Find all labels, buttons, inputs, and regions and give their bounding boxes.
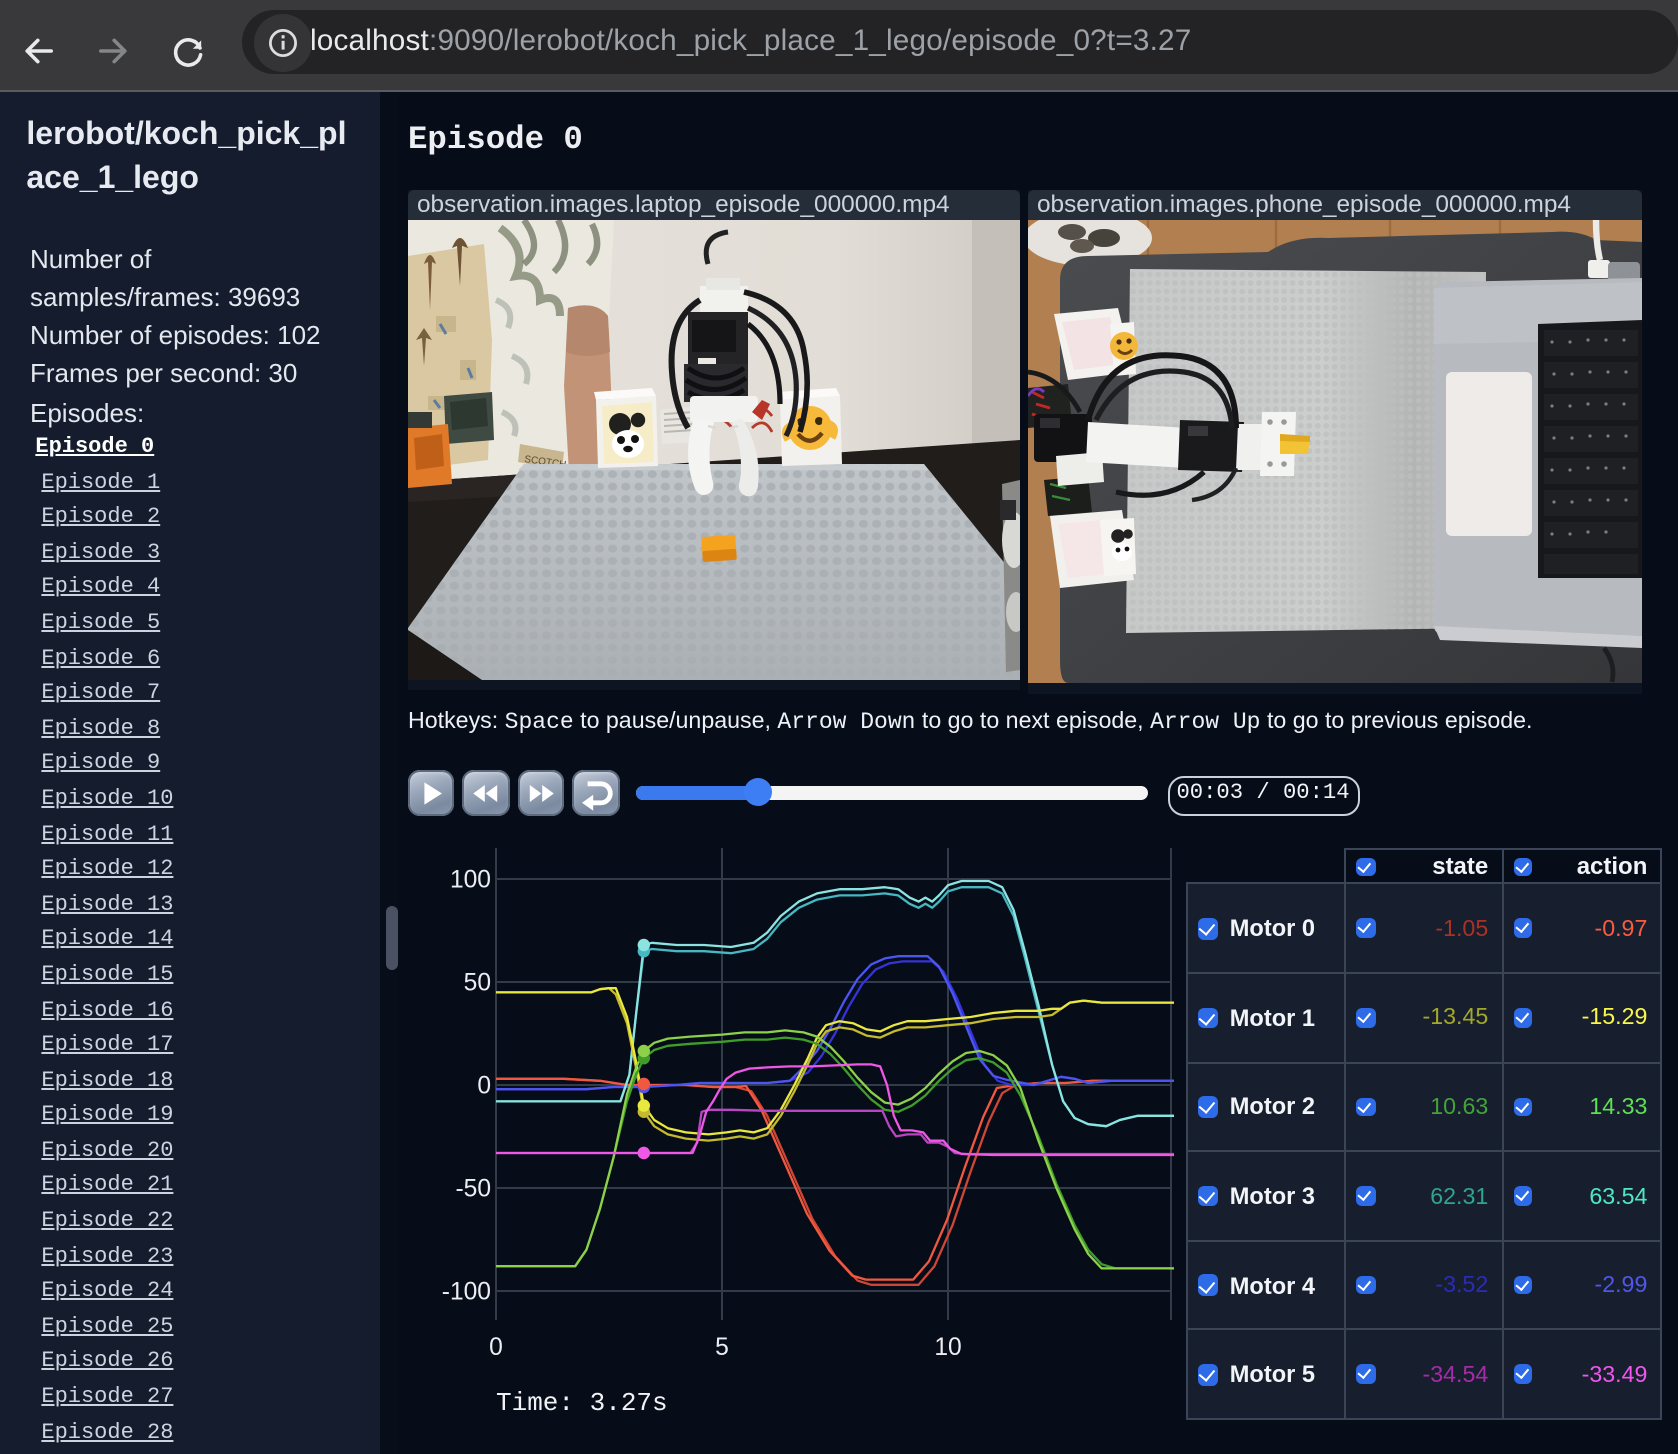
- svg-text:100: 100: [450, 866, 491, 893]
- svg-text:-100: -100: [442, 1278, 491, 1305]
- svg-text:0: 0: [489, 1334, 503, 1361]
- svg-text:5: 5: [715, 1334, 729, 1361]
- svg-text:10: 10: [934, 1334, 961, 1361]
- svg-text:50: 50: [464, 969, 491, 996]
- svg-text:-50: -50: [455, 1175, 491, 1202]
- svg-text:0: 0: [477, 1072, 491, 1099]
